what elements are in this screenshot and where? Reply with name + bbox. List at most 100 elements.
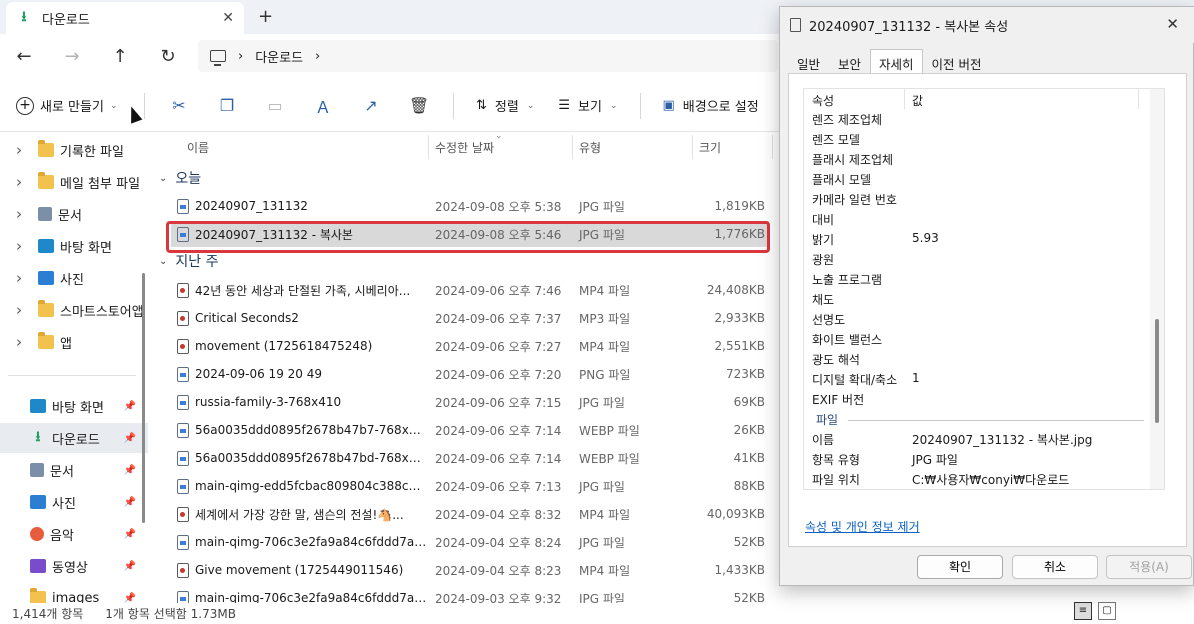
sidebar-item[interactable]: › 바탕 화면 xyxy=(0,231,148,261)
tab-details[interactable]: 자세히 xyxy=(870,49,923,73)
quick-access-item[interactable]: 음악 📌 xyxy=(0,519,148,549)
pin-icon[interactable]: 📌 xyxy=(124,529,136,540)
property-row[interactable]: 채도 xyxy=(804,289,1150,309)
column-divider[interactable] xyxy=(904,89,905,109)
quick-access-item[interactable]: 사진 📌 xyxy=(0,487,148,517)
breadcrumb-downloads[interactable]: 다운로드 xyxy=(255,47,303,66)
file-row[interactable]: 42년 동안 세상과 단절된 가족, 시베리아... 2024-09-06 오후 … xyxy=(171,277,769,303)
column-divider[interactable] xyxy=(772,135,773,159)
pin-icon[interactable]: 📌 xyxy=(124,401,136,412)
chevron-right-icon[interactable]: › xyxy=(0,205,38,223)
column-header-size[interactable]: 크기 xyxy=(699,139,721,156)
sidebar-item[interactable]: › 문서 xyxy=(0,199,148,229)
tiles-view-icon[interactable]: ▢ xyxy=(1098,602,1116,620)
sidebar-item[interactable]: › 메일 첨부 파일 xyxy=(0,167,148,197)
sidebar-item[interactable]: › 기록한 파일 xyxy=(0,135,148,165)
property-row[interactable]: 렌즈 모델 xyxy=(804,129,1150,149)
sidebar-item[interactable]: › 사진 xyxy=(0,263,148,293)
property-row[interactable]: 카메라 일련 번호 xyxy=(804,189,1150,209)
column-header-type[interactable]: 유형 xyxy=(579,139,601,156)
quick-access-item[interactable]: 동영상 📌 xyxy=(0,551,148,581)
property-row[interactable]: 파일 위치 C:₩사용자₩conyi₩다운로드 xyxy=(804,469,1150,489)
remove-properties-link[interactable]: 속성 및 개인 정보 제거 xyxy=(805,518,920,535)
forward-button[interactable]: → xyxy=(48,46,96,67)
quick-access-item[interactable]: images 📌 xyxy=(0,583,148,603)
sidebar-scrollbar[interactable] xyxy=(142,273,145,523)
delete-icon[interactable]: 🗑 xyxy=(395,96,443,115)
paste-icon[interactable]: ▭ xyxy=(251,96,299,115)
close-icon[interactable]: ✕ xyxy=(222,10,234,26)
property-row[interactable]: 대비 xyxy=(804,209,1150,229)
file-row[interactable]: main-qimg-706c3e2fa9a84c6fddd7a1f... 2024… xyxy=(171,585,769,603)
cut-icon[interactable]: ✂ xyxy=(155,96,203,115)
chevron-right-icon[interactable]: › xyxy=(0,269,38,287)
file-row[interactable]: russia-family-3-768x410 2024-09-06 오후 7:1… xyxy=(171,389,769,415)
tab-security[interactable]: 보안 xyxy=(829,49,870,73)
file-row[interactable]: 2024-09-06 19 20 49 2024-09-06 오후 7:20 PNG… xyxy=(171,361,769,387)
close-icon[interactable]: ✕ xyxy=(1166,15,1179,33)
file-row[interactable]: movement (1725618475248) 2024-09-06 오후 7:… xyxy=(171,333,769,359)
new-button[interactable]: + 새로 만들기 ⌄ xyxy=(16,96,134,115)
pin-icon[interactable]: 📌 xyxy=(124,593,136,604)
refresh-button[interactable]: ↻ xyxy=(144,46,192,67)
property-row[interactable]: 광원 xyxy=(804,249,1150,269)
scrollbar-thumb[interactable] xyxy=(1155,319,1159,423)
copy-icon[interactable]: ❐ xyxy=(203,96,251,115)
rename-icon[interactable]: Ａ xyxy=(299,94,347,118)
chevron-right-icon[interactable]: › xyxy=(0,301,38,319)
set-background-button[interactable]: ▣ 배경으로 설정 xyxy=(651,96,771,115)
sort-button[interactable]: ⇅ 정렬 ⌄ xyxy=(464,96,546,115)
address-box[interactable]: › 다운로드 › xyxy=(198,40,778,72)
quick-access-item[interactable]: ⭳ 다운로드 📌 xyxy=(0,423,148,453)
tab-downloads[interactable]: ⭳ 다운로드 ✕ xyxy=(6,2,244,34)
file-row[interactable]: Critical Seconds2 2024-09-06 오후 7:37 MP3 파… xyxy=(171,305,769,331)
file-row[interactable]: 56a0035ddd0895f2678b47b7-768x384 2024-09-… xyxy=(171,417,769,443)
property-row[interactable]: 플래시 모델 xyxy=(804,169,1150,189)
view-button[interactable]: ☰ 보기 ⌄ xyxy=(546,96,629,115)
property-row[interactable]: 디지털 확대/축소 1 xyxy=(804,369,1150,389)
property-list-scrollbar[interactable] xyxy=(1150,89,1164,489)
property-row[interactable]: 밝기 5.93 xyxy=(804,229,1150,249)
file-row[interactable]: 56a0035ddd0895f2678b47bd-768x593 2024-09-… xyxy=(171,445,769,471)
file-row[interactable]: Give movement (1725449011546) 2024-09-04 … xyxy=(171,557,769,583)
apply-button[interactable]: 적용(A) xyxy=(1106,555,1192,579)
pin-icon[interactable]: 📌 xyxy=(124,561,136,572)
column-divider[interactable] xyxy=(692,135,693,159)
property-row[interactable]: 렌즈 제조업체 xyxy=(804,109,1150,129)
pin-icon[interactable]: 📌 xyxy=(124,497,136,508)
pin-icon[interactable]: 📌 xyxy=(124,465,136,476)
file-row[interactable]: main-qimg-706c3e2fa9a84c6fddd7a1f... 2024… xyxy=(171,529,769,555)
file-row[interactable]: main-qimg-edd5fcbac809804c388cb71... 2024… xyxy=(171,473,769,499)
group-header-today[interactable]: ⌄ 오늘 xyxy=(159,166,201,190)
property-row[interactable]: 플래시 제조업체 xyxy=(804,149,1150,169)
tab-general[interactable]: 일반 xyxy=(788,49,829,73)
file-row[interactable]: 20240907_131132 2024-09-08 오후 5:38 JPG 파일 1… xyxy=(171,193,769,219)
cancel-button[interactable]: 취소 xyxy=(1012,555,1098,579)
chevron-right-icon[interactable]: › xyxy=(0,333,38,351)
chevron-right-icon[interactable]: › xyxy=(0,141,38,159)
ok-button[interactable]: 확인 xyxy=(917,555,1003,579)
quick-access-item[interactable]: 문서 📌 xyxy=(0,455,148,485)
sidebar-item[interactable]: › 앱 xyxy=(0,327,148,357)
back-button[interactable]: ← xyxy=(0,46,48,67)
chevron-right-icon[interactable]: › xyxy=(0,237,38,255)
column-header-property[interactable]: 속성 xyxy=(812,92,834,109)
column-header-value[interactable]: 값 xyxy=(912,92,923,109)
property-row[interactable]: 노출 프로그램 xyxy=(804,269,1150,289)
up-button[interactable]: ↑ xyxy=(96,46,144,67)
share-icon[interactable]: ↗ xyxy=(347,96,395,115)
property-row[interactable]: 이름 20240907_131132 - 복사본.jpg xyxy=(804,429,1150,449)
property-row[interactable]: 항목 유형 JPG 파일 xyxy=(804,449,1150,469)
column-divider[interactable] xyxy=(572,135,573,159)
chevron-right-icon[interactable]: › xyxy=(0,173,38,191)
column-divider[interactable] xyxy=(428,135,429,159)
column-header-modified[interactable]: 수정한 날짜 xyxy=(435,139,494,156)
column-divider[interactable] xyxy=(1138,89,1139,109)
pin-icon[interactable]: 📌 xyxy=(124,433,136,444)
quick-access-item[interactable]: 바탕 화면 📌 xyxy=(0,391,148,421)
property-row[interactable]: 화이트 밸런스 xyxy=(804,329,1150,349)
property-row[interactable]: 선명도 xyxy=(804,309,1150,329)
tab-previous-versions[interactable]: 이전 버전 xyxy=(923,49,991,73)
column-header-name[interactable]: 이름 xyxy=(187,139,209,156)
details-view-icon[interactable]: ≡ xyxy=(1074,602,1092,620)
